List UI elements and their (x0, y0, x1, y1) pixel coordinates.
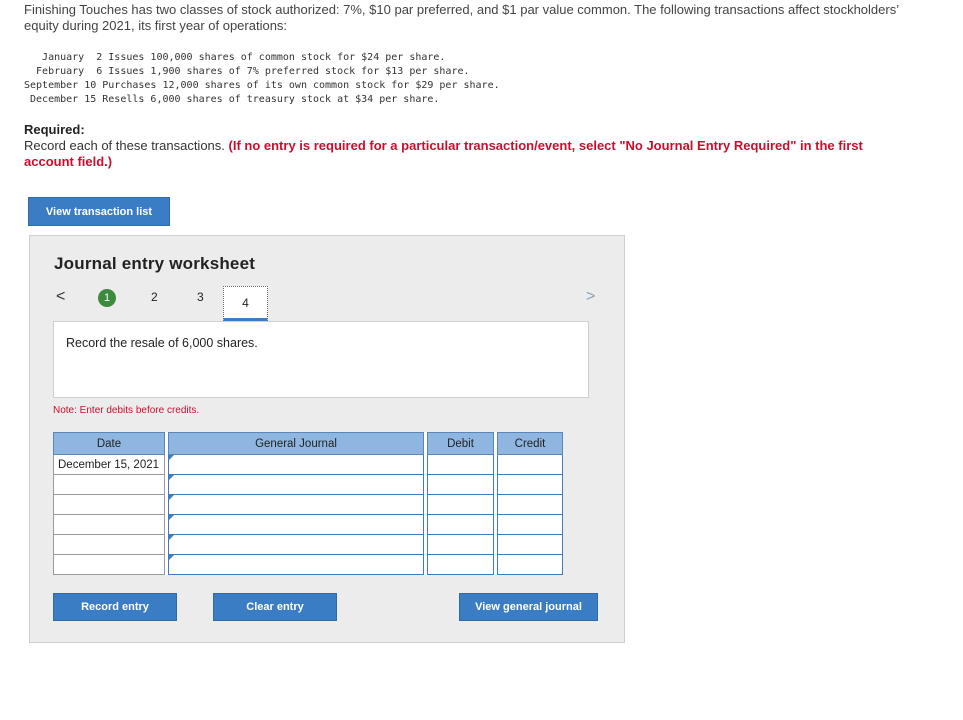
view-general-journal-button[interactable]: View general journal (459, 593, 598, 621)
transaction-line: February 6 Issues 1,900 shares of 7% pre… (24, 66, 470, 77)
debit-field[interactable] (427, 514, 494, 535)
account-field[interactable] (168, 554, 424, 575)
account-field[interactable] (168, 454, 424, 475)
journal-table: Date General Journal Debit Credit Decemb… (53, 432, 563, 575)
debit-field[interactable] (427, 554, 494, 575)
debit-field[interactable] (427, 494, 494, 515)
clear-entry-button[interactable]: Clear entry (213, 593, 337, 621)
problem-intro: Finishing Touches has two classes of sto… (24, 2, 899, 33)
next-step-icon[interactable]: > (586, 288, 595, 306)
transaction-line: January 2 Issues 100,000 shares of commo… (24, 52, 446, 63)
journal-entry-worksheet: Journal entry worksheet < 1 2 3 4 > Reco… (29, 235, 625, 643)
required-heading: Required: (24, 122, 85, 137)
date-cell[interactable] (53, 474, 165, 495)
transaction-line: December 15 Resells 6,000 shares of trea… (24, 94, 440, 105)
record-entry-button[interactable]: Record entry (53, 593, 177, 621)
date-cell[interactable]: December 15, 2021 (53, 454, 165, 475)
transaction-line: September 10 Purchases 12,000 shares of … (24, 80, 500, 91)
table-row (53, 554, 563, 575)
date-cell[interactable] (53, 554, 165, 575)
dropdown-flag-icon (169, 495, 174, 500)
step-2[interactable]: 2 (151, 290, 158, 304)
column-header-date: Date (53, 432, 165, 455)
account-field[interactable] (168, 474, 424, 495)
dropdown-flag-icon (169, 475, 174, 480)
required-text: Record each of these transactions. (If n… (24, 138, 884, 170)
dropdown-flag-icon (169, 555, 174, 560)
step-1-complete[interactable]: 1 (98, 289, 116, 307)
credit-field[interactable] (497, 494, 563, 515)
date-cell[interactable] (53, 494, 165, 515)
column-header-general-journal: General Journal (168, 432, 424, 455)
journal-header-row: Date General Journal Debit Credit (53, 432, 563, 455)
table-row (53, 534, 563, 555)
date-cell[interactable] (53, 534, 165, 555)
credit-field[interactable] (497, 554, 563, 575)
dropdown-flag-icon (169, 515, 174, 520)
account-field[interactable] (168, 514, 424, 535)
previous-step-icon[interactable]: < (56, 288, 65, 306)
entry-note: Note: Enter debits before credits. (53, 405, 200, 416)
transaction-list: January 2 Issues 100,000 shares of commo… (24, 51, 500, 107)
table-row (53, 474, 563, 495)
transaction-description: Record the resale of 6,000 shares. (53, 321, 589, 398)
description-text: Record the resale of 6,000 shares. (66, 336, 258, 350)
column-header-debit: Debit (427, 432, 494, 455)
credit-field[interactable] (497, 454, 563, 475)
column-header-credit: Credit (497, 432, 563, 455)
table-row (53, 514, 563, 535)
debit-field[interactable] (427, 534, 494, 555)
step-4-current[interactable]: 4 (223, 286, 268, 321)
worksheet-title: Journal entry worksheet (54, 254, 256, 273)
credit-field[interactable] (497, 514, 563, 535)
account-field[interactable] (168, 534, 424, 555)
debit-field[interactable] (427, 474, 494, 495)
table-row: December 15, 2021 (53, 454, 563, 475)
account-field[interactable] (168, 494, 424, 515)
debit-field[interactable] (427, 454, 494, 475)
credit-field[interactable] (497, 474, 563, 495)
required-instructions: Record each of these transactions. (24, 138, 229, 153)
table-row (53, 494, 563, 515)
view-transaction-list-button[interactable]: View transaction list (28, 197, 170, 226)
date-cell[interactable] (53, 514, 165, 535)
dropdown-flag-icon (169, 455, 174, 460)
credit-field[interactable] (497, 534, 563, 555)
step-3[interactable]: 3 (197, 290, 204, 304)
dropdown-flag-icon (169, 535, 174, 540)
